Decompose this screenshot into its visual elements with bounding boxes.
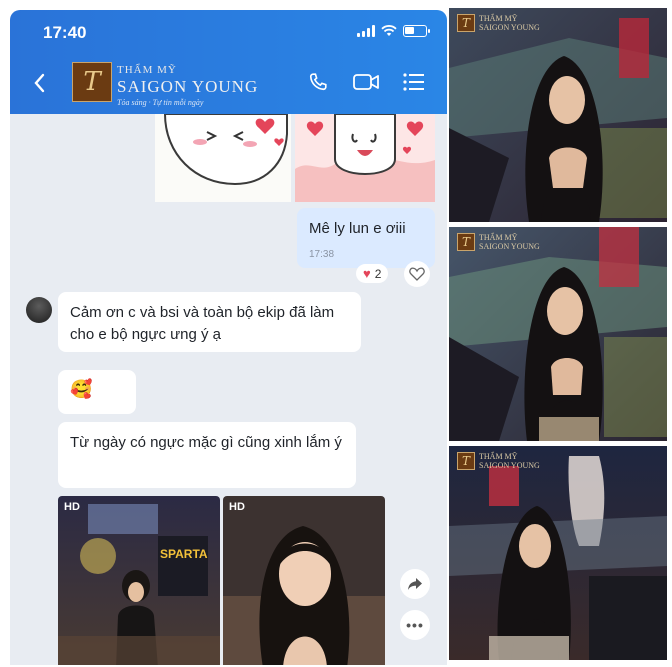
watermark-2-line1: THẨM MỸ [479, 233, 518, 242]
status-time: 17:40 [43, 23, 87, 42]
status-icons [357, 25, 430, 37]
hd-badge-1: HD [64, 501, 80, 513]
watermark-2-line2: SAIGON YOUNG [479, 242, 540, 251]
back-icon[interactable] [32, 72, 46, 98]
chat-screenshot: 17:40 T THẨM MỸ SAIGON YOUNG Tỏa sáng · … [10, 10, 447, 665]
sent-message-text: Mê ly lun e ơiii [309, 220, 406, 237]
chat-header: T THẨM MỸ SAIGON YOUNG Tỏa sáng · Tự tin… [10, 52, 447, 114]
received-message-1-text: Cảm ơn c và bsi và toàn bộ ekip đã làm c… [70, 304, 335, 343]
chat-photo-2[interactable]: HD [223, 496, 385, 665]
brand-tagline: Tỏa sáng · Tự tin mỗi ngày [117, 98, 204, 107]
collage: 17:40 T THẨM MỸ SAIGON YOUNG Tỏa sáng · … [0, 0, 672, 667]
react-button[interactable] [404, 261, 430, 287]
brand-name[interactable]: THẨM MỸ SAIGON YOUNG Tỏa sáng · Tự tin m… [117, 64, 258, 107]
received-message-1[interactable]: Cảm ơn c và bsi và toàn bộ ekip đã làm c… [58, 292, 361, 352]
watermark-1-line1: THẨM MỸ [479, 14, 518, 23]
right-photo-1: T THẨM MỸ SAIGON YOUNG [449, 8, 667, 222]
watermark-3: T THẨM MỸ SAIGON YOUNG [457, 452, 540, 470]
menu-icon[interactable] [402, 71, 426, 93]
chat-body: Mê ly lun e ơiii 17:38 ♥ 2 Cảm ơn c và b… [10, 114, 447, 665]
heart-icon: ♥ [363, 266, 371, 281]
reaction-number: 2 [374, 266, 382, 281]
received-message-3[interactable]: Từ ngày có ngực mặc gì cũng xinh lắm ý [58, 422, 356, 488]
sent-message[interactable]: Mê ly lun e ơiii 17:38 [297, 208, 435, 268]
sent-message-time: 17:38 [309, 249, 335, 260]
chat-photo-1[interactable]: SPARTA HD [58, 496, 220, 665]
sticker-left[interactable] [155, 114, 291, 202]
status-bar: 17:40 [10, 10, 447, 52]
emoji-smiling-hearts: 🥰 [70, 379, 93, 399]
brand-line2: SAIGON YOUNG [117, 77, 259, 96]
more-button[interactable]: ••• [400, 610, 430, 640]
sparta-sign: SPARTA [160, 547, 208, 561]
right-photo-2: T THẨM MỸ SAIGON YOUNG [449, 227, 667, 441]
watermark-1-line2: SAIGON YOUNG [479, 23, 540, 32]
brand-logo: T [72, 62, 112, 102]
watermark-3-line2: SAIGON YOUNG [479, 461, 540, 470]
watermark-2: T THẨM MỸ SAIGON YOUNG [457, 233, 540, 251]
watermark-1: T THẨM MỸ SAIGON YOUNG [457, 14, 540, 32]
share-icon [408, 578, 422, 590]
brand-line1: THẨM MỸ [117, 64, 177, 76]
received-emoji[interactable]: 🥰 [58, 370, 136, 414]
more-icon: ••• [406, 617, 424, 633]
video-icon[interactable] [352, 71, 380, 93]
right-photo-3: T THẨM MỸ SAIGON YOUNG [449, 446, 667, 660]
share-button[interactable] [400, 569, 430, 599]
battery-icon [403, 25, 430, 37]
heart-outline-icon [409, 267, 425, 281]
avatar[interactable] [26, 297, 52, 323]
hd-badge-2: HD [229, 501, 245, 513]
reaction-count[interactable]: ♥ 2 [356, 264, 389, 283]
wifi-icon [381, 25, 397, 36]
watermark-3-line1: THẨM MỸ [479, 452, 518, 461]
phone-icon[interactable] [307, 71, 329, 93]
signal-icon [357, 25, 375, 37]
sticker-right[interactable] [295, 114, 435, 202]
received-message-3-text: Từ ngày có ngực mặc gì cũng xinh lắm ý [70, 434, 342, 451]
